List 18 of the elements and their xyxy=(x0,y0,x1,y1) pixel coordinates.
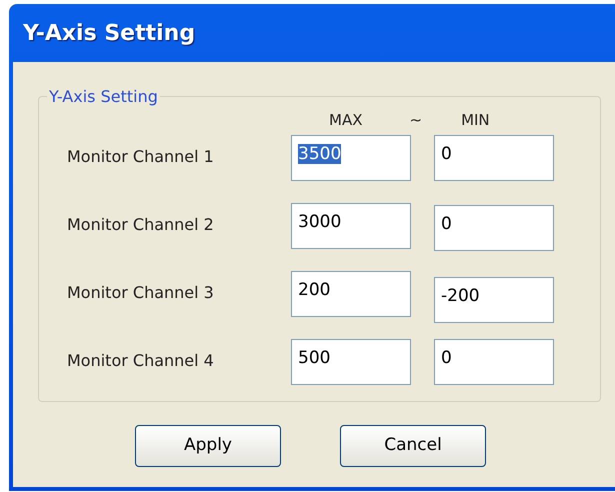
input-field[interactable]: 3000 xyxy=(291,203,411,249)
channel-label: Monitor Channel 1 xyxy=(67,146,215,168)
input-field[interactable]: 0 xyxy=(434,135,554,181)
input-field[interactable]: -200 xyxy=(434,277,554,323)
dialog-button[interactable]: Cancel xyxy=(340,425,486,467)
separator-text: ~ xyxy=(409,110,422,131)
channel-label: Monitor Channel 4 xyxy=(67,350,215,372)
input-field[interactable]: 500 xyxy=(291,339,411,385)
input-field[interactable]: 0 xyxy=(434,339,554,385)
channel-label: Monitor Channel 3 xyxy=(67,282,215,304)
dialog-button[interactable]: Apply xyxy=(135,425,281,467)
input-field[interactable]: 200 xyxy=(291,271,411,317)
input-field[interactable]: 0 xyxy=(434,205,554,251)
window-title: Y-Axis Setting xyxy=(23,20,196,48)
column-header: MIN xyxy=(461,110,490,131)
channel-label: Monitor Channel 2 xyxy=(67,214,215,236)
input-field[interactable]: 3500 xyxy=(291,135,411,181)
column-header: MAX xyxy=(329,110,362,131)
